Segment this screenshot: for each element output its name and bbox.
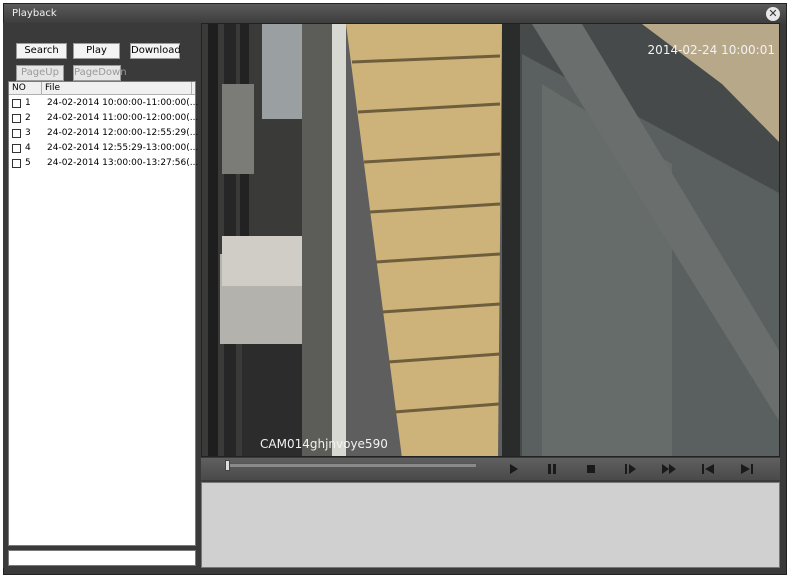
row-number: 4: [25, 143, 31, 153]
column-header-no[interactable]: NO: [9, 82, 42, 95]
title-bar: Playback ✕: [4, 4, 786, 24]
file-list: NO File 1 24-02-2014 10:00:00-11:00:00(..…: [8, 81, 199, 546]
row-checkbox[interactable]: [12, 144, 21, 153]
video-view[interactable]: 2014-02-24 10:00:01 CAM014ghjnvoye590: [201, 23, 780, 457]
play-button[interactable]: Play: [73, 43, 120, 59]
status-field: [8, 550, 196, 566]
row-file: 24-02-2014 10:00:00-11:00:00(...: [47, 98, 199, 108]
list-item[interactable]: 4 24-02-2014 12:55:29-13:00:00(...: [9, 141, 199, 156]
row-file: 24-02-2014 11:00:00-12:00:00(...: [47, 113, 199, 123]
row-number: 2: [25, 113, 31, 123]
download-button[interactable]: Download: [130, 43, 181, 59]
next-icon[interactable]: [738, 462, 756, 476]
progress-slider-thumb[interactable]: [225, 460, 230, 471]
page-down-button[interactable]: PageDown: [73, 65, 127, 81]
left-panel: Search Play Download PageUp PageDown NO …: [3, 23, 199, 568]
camera-name-overlay: CAM014ghjnvoye590: [260, 437, 388, 451]
list-item[interactable]: 2 24-02-2014 11:00:00-12:00:00(...: [9, 111, 199, 126]
window-title: Playback: [12, 8, 57, 19]
stop-icon[interactable]: [582, 462, 600, 476]
camera-frame-image: [202, 24, 779, 456]
playback-controls: [201, 458, 780, 480]
row-checkbox[interactable]: [12, 159, 21, 168]
list-item[interactable]: 5 24-02-2014 13:00:00-13:27:56(...: [9, 156, 199, 171]
page-up-button[interactable]: PageUp: [16, 65, 64, 81]
row-checkbox[interactable]: [12, 114, 21, 123]
row-checkbox[interactable]: [12, 99, 21, 108]
progress-track[interactable]: [225, 463, 477, 468]
list-item[interactable]: 3 24-02-2014 12:00:00-12:55:29(...: [9, 126, 199, 141]
column-header-file[interactable]: File: [42, 82, 192, 95]
row-number: 1: [25, 98, 31, 108]
row-file: 24-02-2014 13:00:00-13:27:56(...: [47, 158, 199, 168]
step-forward-icon[interactable]: [621, 462, 639, 476]
video-timestamp: 2014-02-24 10:00:01: [647, 43, 775, 57]
bottom-info-panel: [201, 482, 780, 568]
fast-forward-icon[interactable]: [660, 462, 678, 476]
row-checkbox[interactable]: [12, 129, 21, 138]
row-number: 5: [25, 158, 31, 168]
row-number: 3: [25, 128, 31, 138]
pause-icon[interactable]: [543, 462, 561, 476]
search-button[interactable]: Search: [16, 43, 67, 59]
row-file: 24-02-2014 12:00:00-12:55:29(...: [47, 128, 199, 138]
play-icon[interactable]: [504, 462, 522, 476]
row-file: 24-02-2014 12:55:29-13:00:00(...: [47, 143, 199, 153]
close-icon[interactable]: ✕: [766, 7, 780, 21]
previous-icon[interactable]: [699, 462, 717, 476]
list-header: NO File: [9, 82, 195, 95]
list-item[interactable]: 1 24-02-2014 10:00:00-11:00:00(...: [9, 96, 199, 111]
